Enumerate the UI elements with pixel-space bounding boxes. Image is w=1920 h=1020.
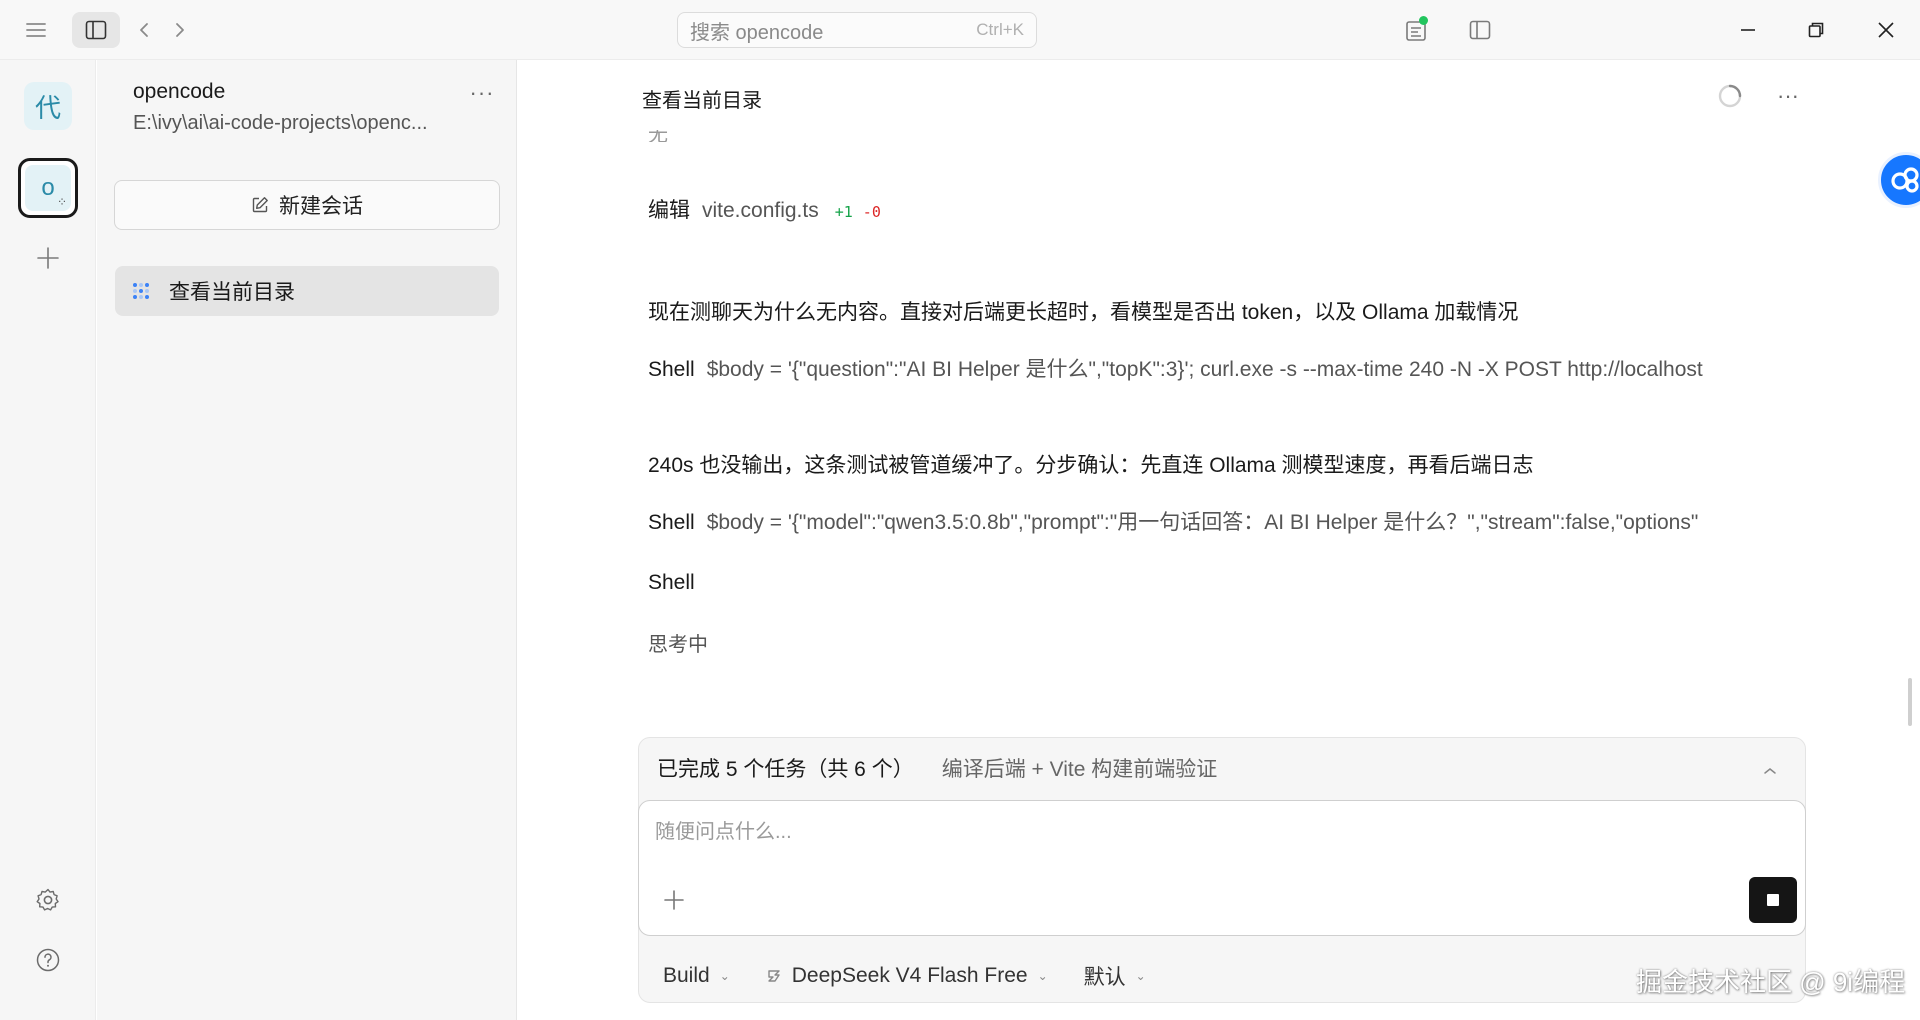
project-rail: 代 o ⁘ [0, 60, 96, 1020]
chevron-down-icon: ⌄ [719, 969, 730, 983]
main-pane: 查看当前目录 ··· 无 编辑 vite.config.ts +1 -0 现在测… [518, 60, 1920, 1020]
forward-icon[interactable] [166, 14, 194, 46]
task-progress-bar[interactable]: 已完成 5 个任务（共 6 个） 编译后端 + Vite 构建前端验证 [657, 752, 1787, 784]
tool-label: Shell [648, 571, 695, 594]
project-initial: o [41, 174, 55, 201]
prompt-input[interactable] [655, 815, 1755, 849]
project-tile-opencode[interactable]: o ⁘ [18, 158, 78, 218]
edited-file: vite.config.ts [702, 199, 819, 222]
agent-label: Build [663, 964, 710, 987]
project-name: opencode [133, 80, 226, 103]
toggle-panel-icon[interactable] [1462, 12, 1498, 48]
search-shortcut: Ctrl+K [976, 20, 1024, 39]
project-initial: 代 [34, 92, 61, 123]
app-window: 搜索 opencode Ctrl+K 代 o ⁘ opencode E:\ivy… [0, 0, 1920, 1020]
add-project-icon[interactable] [32, 242, 64, 274]
project-avatar: o ⁘ [25, 165, 71, 211]
model-select[interactable]: DeepSeek V4 Flash Free ⌄ [766, 964, 1048, 988]
model-label: DeepSeek V4 Flash Free [791, 964, 1028, 987]
toggle-sidebar-icon[interactable] [72, 12, 120, 48]
help-icon[interactable] [30, 942, 66, 978]
stop-icon [1767, 894, 1779, 906]
restore-icon[interactable] [1796, 12, 1836, 48]
composer-panel: 已完成 5 个任务（共 6 个） 编译后端 + Vite 构建前端验证 Buil… [638, 737, 1806, 1003]
tool-call-shell[interactable]: Shell [648, 571, 707, 595]
project-more-icon[interactable]: ··· [467, 80, 497, 106]
session-title: 查看当前目录 [169, 281, 295, 304]
assistant-message: 现在测聊天为什么无内容。直接对后端更长超时，看模型是否出 token，以及 Ol… [648, 301, 1519, 324]
menu-icon[interactable] [18, 14, 54, 46]
chevron-down-icon: ⌄ [1037, 969, 1048, 983]
chevron-down-icon: ⌄ [1135, 969, 1146, 983]
project-path: E:\ivy\ai\ai-code-projects\openc... [133, 112, 428, 134]
review-icon[interactable] [1398, 12, 1434, 48]
tool-label: Shell [648, 511, 695, 534]
thinking-status: 思考中 [648, 634, 708, 656]
clipped-text: 无 [648, 130, 668, 142]
activity-icon: ⁘ [56, 195, 67, 209]
tool-call-edit[interactable]: 编辑 vite.config.ts +1 -0 [648, 194, 881, 224]
session-item[interactable]: 查看当前目录 [115, 266, 499, 316]
new-session-button[interactable]: 新建会话 [114, 180, 500, 230]
close-icon[interactable] [1866, 12, 1906, 48]
minimize-icon[interactable] [1728, 12, 1768, 48]
tool-call-shell[interactable]: Shell $body = '{"question":"AI BI Helper… [648, 353, 1757, 383]
composer-options: Build ⌄ DeepSeek V4 Flash Free ⌄ 默认 ⌄ [663, 960, 1182, 992]
assistant-message: 240s 也没输出，这条测试被管道缓冲了。分步确认：先直连 Ollama 测模型… [648, 454, 1534, 477]
scrollbar-thumb[interactable] [1908, 678, 1912, 726]
status-dot [1419, 16, 1428, 25]
session-sidebar: opencode E:\ivy\ai\ai-code-projects\open… [97, 60, 517, 1020]
session-more-icon[interactable]: ··· [1770, 82, 1806, 110]
lines-removed: -0 [862, 203, 881, 221]
edit-icon [252, 197, 268, 213]
chevron-up-icon[interactable] [1763, 758, 1777, 782]
task-status: 已完成 5 个任务（共 6 个） [657, 758, 914, 781]
variant-label: 默认 [1083, 966, 1126, 989]
session-header-title: 查看当前目录 [642, 90, 762, 112]
project-tile-dai[interactable]: 代 [24, 82, 72, 130]
transcript: 无 编辑 vite.config.ts +1 -0 现在测聊天为什么无内容。直接… [648, 130, 1772, 710]
shell-command: $body = '{"model":"qwen3.5:0.8b","prompt… [706, 511, 1699, 534]
variant-select[interactable]: 默认 ⌄ [1084, 961, 1146, 991]
settings-gear-icon[interactable] [30, 882, 66, 918]
loading-spinner-icon [1716, 82, 1744, 110]
back-icon[interactable] [130, 14, 158, 46]
stop-button[interactable] [1749, 877, 1797, 923]
session-loading-icon [133, 283, 149, 299]
provider-icon [768, 970, 780, 982]
title-bar: 搜索 opencode Ctrl+K [0, 0, 1920, 60]
search-input[interactable]: 搜索 opencode Ctrl+K [677, 12, 1037, 48]
watermark: 掘金技术社区 @ 9i编程 [1636, 967, 1906, 997]
search-placeholder: 搜索 opencode [690, 21, 824, 44]
floating-assistant-icon[interactable] [1878, 152, 1920, 208]
tool-label: Shell [648, 358, 695, 381]
agent-select[interactable]: Build ⌄ [663, 964, 730, 988]
new-session-label: 新建会话 [279, 195, 363, 218]
prompt-box [638, 800, 1806, 936]
current-task: 编译后端 + Vite 构建前端验证 [941, 758, 1218, 781]
lines-added: +1 [834, 203, 853, 221]
tool-label: 编辑 [648, 199, 690, 222]
tool-call-shell[interactable]: Shell $body = '{"model":"qwen3.5:0.8b","… [648, 506, 1757, 536]
add-attachment-icon[interactable] [659, 885, 689, 915]
shell-command: $body = '{"question":"AI BI Helper 是什么",… [706, 358, 1703, 381]
